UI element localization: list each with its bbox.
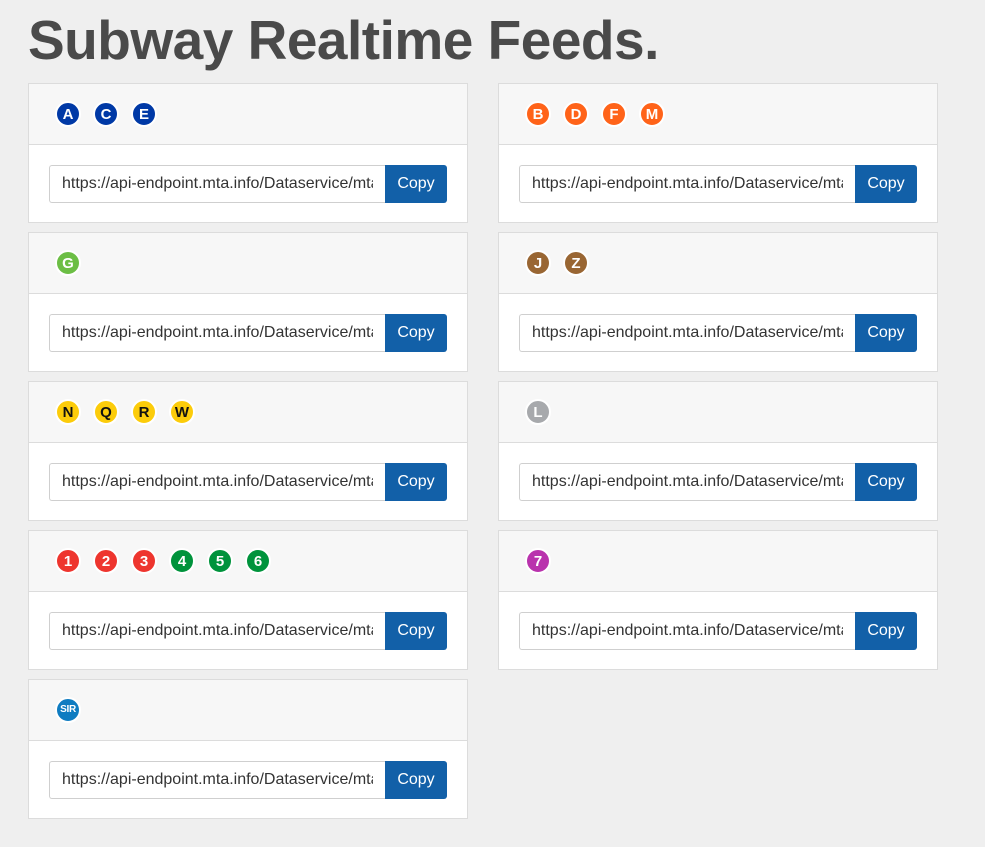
feed-card-body: Copy xyxy=(29,741,467,818)
feed-card-header: 1 2 3 4 5 6 xyxy=(29,531,467,592)
copy-button[interactable]: Copy xyxy=(855,313,917,352)
feed-card-header: 7 xyxy=(499,531,937,592)
feed-card-header: N Q R W xyxy=(29,382,467,443)
copy-button[interactable]: Copy xyxy=(385,164,447,203)
copy-button[interactable]: Copy xyxy=(855,462,917,501)
copy-button[interactable]: Copy xyxy=(385,611,447,650)
line-bullet-w-icon: W xyxy=(169,399,195,425)
line-bullet-n-icon: N xyxy=(55,399,81,425)
feed-url-input[interactable] xyxy=(49,313,385,352)
feed-card-header: B D F M xyxy=(499,84,937,145)
line-bullet-j-icon: J xyxy=(525,250,551,276)
line-bullet-q-icon: Q xyxy=(93,399,119,425)
feed-card-jz: J Z Copy xyxy=(498,232,938,372)
line-bullet-r-icon: R xyxy=(131,399,157,425)
line-bullet-g-icon: G xyxy=(55,250,81,276)
feed-card-body: Copy xyxy=(29,592,467,669)
feed-card-header: L xyxy=(499,382,937,443)
feed-card-header: A C E xyxy=(29,84,467,145)
feed-card-123456: 1 2 3 4 5 6 Copy xyxy=(28,530,468,670)
line-bullet-4-icon: 4 xyxy=(169,548,195,574)
feed-card-body: Copy xyxy=(29,443,467,520)
feed-card-body: Copy xyxy=(499,145,937,222)
feed-card-sir: SIR Copy xyxy=(28,679,468,819)
feed-url-input[interactable] xyxy=(49,760,385,799)
line-bullet-f-icon: F xyxy=(601,101,627,127)
feed-card-body: Copy xyxy=(29,145,467,222)
feed-card-body: Copy xyxy=(29,294,467,371)
line-bullet-e-icon: E xyxy=(131,101,157,127)
feed-url-input[interactable] xyxy=(519,164,855,203)
line-bullet-a-icon: A xyxy=(55,101,81,127)
line-bullet-l-icon: L xyxy=(525,399,551,425)
feed-card-nqrw: N Q R W Copy xyxy=(28,381,468,521)
copy-button[interactable]: Copy xyxy=(385,760,447,799)
line-bullet-2-icon: 2 xyxy=(93,548,119,574)
line-bullet-z-icon: Z xyxy=(563,250,589,276)
copy-button[interactable]: Copy xyxy=(855,611,917,650)
line-bullet-b-icon: B xyxy=(525,101,551,127)
feed-card-g: G Copy xyxy=(28,232,468,372)
feed-url-input[interactable] xyxy=(49,462,385,501)
feed-card-7: 7 Copy xyxy=(498,530,938,670)
line-bullet-6-icon: 6 xyxy=(245,548,271,574)
feeds-column-left: A C E Copy G Copy N Q R W Copy xyxy=(28,83,468,828)
copy-button[interactable]: Copy xyxy=(385,313,447,352)
line-bullet-5-icon: 5 xyxy=(207,548,233,574)
line-bullet-1-icon: 1 xyxy=(55,548,81,574)
feeds-column-right: B D F M Copy J Z Copy L Copy xyxy=(498,83,938,679)
copy-button[interactable]: Copy xyxy=(385,462,447,501)
feed-url-input[interactable] xyxy=(519,462,855,501)
feed-card-bdfm: B D F M Copy xyxy=(498,83,938,223)
line-bullet-3-icon: 3 xyxy=(131,548,157,574)
feed-card-body: Copy xyxy=(499,294,937,371)
feed-card-ace: A C E Copy xyxy=(28,83,468,223)
feed-card-body: Copy xyxy=(499,592,937,669)
feed-url-input[interactable] xyxy=(519,611,855,650)
page-title: Subway Realtime Feeds. xyxy=(28,9,659,71)
feed-card-l: L Copy xyxy=(498,381,938,521)
line-bullet-m-icon: M xyxy=(639,101,665,127)
feed-card-header: G xyxy=(29,233,467,294)
line-bullet-7-icon: 7 xyxy=(525,548,551,574)
feed-url-input[interactable] xyxy=(519,313,855,352)
feed-url-input[interactable] xyxy=(49,164,385,203)
feed-card-body: Copy xyxy=(499,443,937,520)
feed-card-header: SIR xyxy=(29,680,467,741)
copy-button[interactable]: Copy xyxy=(855,164,917,203)
line-bullet-d-icon: D xyxy=(563,101,589,127)
feed-url-input[interactable] xyxy=(49,611,385,650)
line-bullet-sir-icon: SIR xyxy=(55,697,81,723)
feed-card-header: J Z xyxy=(499,233,937,294)
line-bullet-c-icon: C xyxy=(93,101,119,127)
